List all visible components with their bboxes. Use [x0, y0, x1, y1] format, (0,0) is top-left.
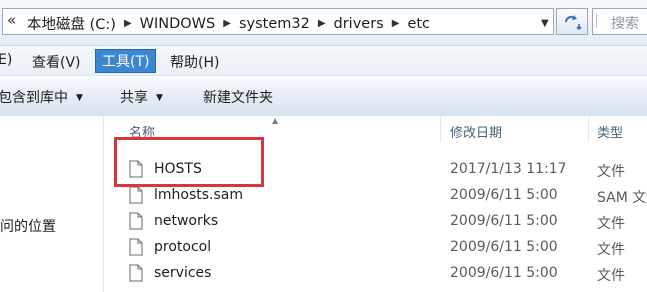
menu-tools[interactable]: 工具(T)	[95, 49, 157, 73]
file-date: 2009/6/11 5:00	[450, 265, 558, 281]
file-type: 文件	[597, 164, 625, 180]
breadcrumb-item[interactable]: drivers	[334, 16, 384, 32]
column-divider[interactable]	[588, 116, 589, 142]
file-type: SAM 文件	[597, 190, 647, 206]
file-name: services	[154, 265, 212, 281]
file-row[interactable]: networks 2009/6/11 5:00 文件	[104, 209, 647, 235]
document-icon	[129, 238, 143, 256]
highlight-box	[114, 137, 264, 187]
navigation-pane[interactable]: 问的位置	[0, 116, 104, 292]
nav-item-recent-places[interactable]: 问的位置	[0, 216, 56, 236]
menu-help[interactable]: 帮助(H)	[170, 52, 219, 72]
menu-bar: E) 查看(V) 工具(T) 帮助(H)	[0, 45, 647, 76]
breadcrumb-separator-icon[interactable]: ▶	[223, 18, 231, 29]
file-date: 2017/1/13 11:17	[450, 161, 567, 177]
command-bar: 包含到库中 ▼ 共享 ▼ 新建文件夹	[0, 75, 647, 117]
file-row[interactable]: protocol 2009/6/11 5:00 文件	[104, 235, 647, 261]
address-bar-strip: « 本地磁盘 (C:) ▶ WINDOWS ▶ system32 ▶ drive…	[0, 0, 647, 45]
file-name: lmhosts.sam	[154, 187, 244, 203]
breadcrumb-separator-icon[interactable]: ▶	[392, 18, 400, 29]
breadcrumb-item[interactable]: system32	[239, 16, 310, 32]
overflow-chevron-icon[interactable]: «	[7, 11, 16, 29]
dropdown-icon: ▼	[76, 93, 83, 103]
share-button[interactable]: 共享 ▼	[120, 87, 163, 107]
file-date: 2009/6/11 5:00	[450, 213, 558, 229]
column-divider[interactable]	[440, 116, 441, 142]
new-folder-button[interactable]: 新建文件夹	[203, 87, 273, 107]
document-icon	[129, 212, 143, 230]
menu-edit[interactable]: E)	[0, 52, 12, 68]
file-name: protocol	[154, 239, 212, 255]
document-icon	[129, 186, 143, 204]
refresh-icon	[565, 15, 582, 30]
search-input[interactable]: 搜索	[592, 8, 647, 35]
document-icon	[129, 264, 143, 282]
include-in-library-button[interactable]: 包含到库中 ▼	[0, 87, 83, 107]
file-date: 2009/6/11 5:00	[450, 187, 558, 203]
breadcrumb-item[interactable]: etc	[407, 16, 430, 32]
breadcrumb-item[interactable]: WINDOWS	[140, 16, 216, 32]
refresh-button[interactable]	[556, 8, 588, 35]
file-row[interactable]: services 2009/6/11 5:00 文件	[104, 261, 647, 287]
breadcrumb-separator-icon[interactable]: ▶	[318, 18, 326, 29]
sort-ascending-icon: ▲	[272, 116, 279, 125]
address-bar[interactable]: « 本地磁盘 (C:) ▶ WINDOWS ▶ system32 ▶ drive…	[2, 8, 554, 35]
file-type: 文件	[597, 268, 625, 284]
file-name: networks	[154, 213, 219, 229]
breadcrumb-separator-icon[interactable]: ▶	[124, 18, 132, 29]
search-divider	[596, 14, 603, 28]
menu-view[interactable]: 查看(V)	[32, 52, 81, 72]
column-header-type[interactable]: 类型	[597, 122, 623, 141]
address-dropdown-icon[interactable]: ▼	[541, 18, 549, 29]
breadcrumb-item[interactable]: 本地磁盘 (C:)	[27, 13, 116, 34]
dropdown-icon: ▼	[156, 93, 163, 103]
breadcrumb: 本地磁盘 (C:) ▶ WINDOWS ▶ system32 ▶ drivers…	[27, 13, 430, 34]
column-header-date[interactable]: 修改日期	[450, 122, 502, 141]
file-type: 文件	[597, 216, 625, 232]
share-label: 共享	[120, 90, 148, 106]
include-in-library-label: 包含到库中	[0, 90, 68, 106]
file-type: 文件	[597, 242, 625, 258]
search-placeholder: 搜索	[611, 16, 639, 32]
file-date: 2009/6/11 5:00	[450, 239, 558, 255]
